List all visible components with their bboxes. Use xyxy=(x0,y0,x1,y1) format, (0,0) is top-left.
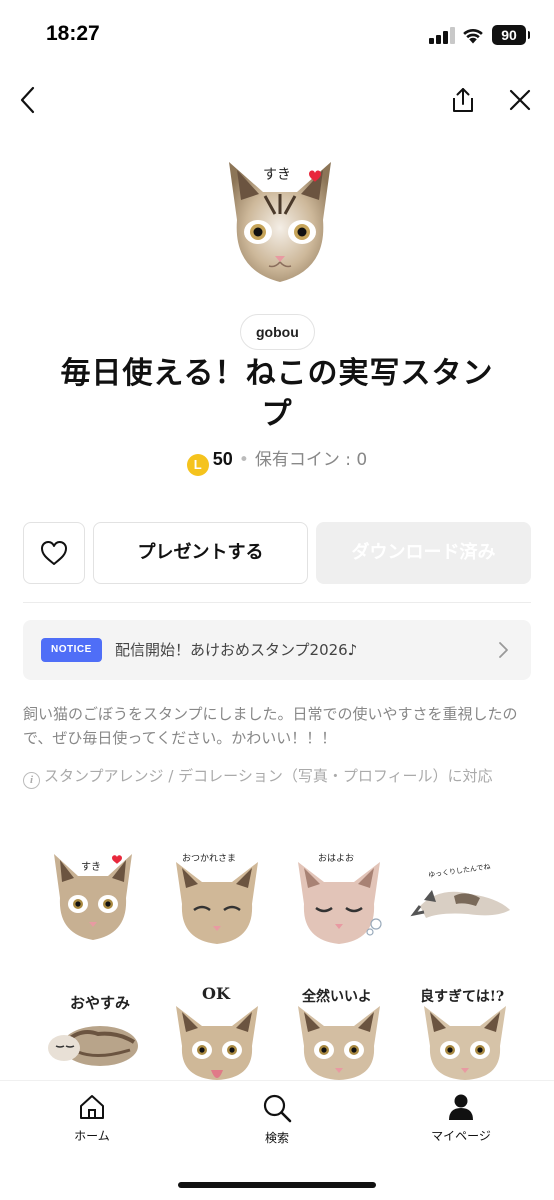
sticker-item[interactable]: OK xyxy=(162,980,272,1080)
sticker-grid: すき おつかれさま おはよお ゆっくりしたんでね おやすみ OK 全然いいよ 良… xyxy=(0,830,554,1080)
tab-mypage[interactable]: マイページ xyxy=(401,1093,521,1144)
sticker-item[interactable]: 全然いいよ xyxy=(284,980,394,1080)
owned-coins: 保有コイン : 0 xyxy=(254,450,368,470)
download-button: ダウンロード済み xyxy=(316,522,531,584)
heart-icon xyxy=(41,541,67,565)
feature-note-text: スタンプアレンジ / デコレーション（写真・プロフィール）に対応 xyxy=(44,767,493,785)
feature-note: i スタンプアレンジ / デコレーション（写真・プロフィール）に対応 xyxy=(23,765,533,789)
tab-home[interactable]: ホーム xyxy=(32,1093,152,1144)
tab-mypage-label: マイページ xyxy=(431,1129,491,1143)
sticker-item[interactable]: おはよお xyxy=(284,840,394,950)
battery-indicator: 90 xyxy=(492,25,530,45)
person-icon xyxy=(449,1094,473,1120)
tab-home-label: ホーム xyxy=(74,1129,110,1143)
chevron-left-icon xyxy=(20,86,35,114)
divider xyxy=(23,602,531,603)
chevron-right-icon xyxy=(499,642,508,658)
close-button[interactable] xyxy=(500,80,540,120)
sticker-caption: おつかれさま xyxy=(182,854,237,864)
back-button[interactable] xyxy=(8,80,48,120)
present-button[interactable]: プレゼントする xyxy=(93,522,308,584)
notice-text: 配信開始！あけおめスタンプ2026♪ xyxy=(115,641,358,659)
separator-dot: • xyxy=(238,450,249,470)
home-icon xyxy=(80,1095,104,1119)
close-icon xyxy=(509,89,531,111)
search-icon xyxy=(263,1094,292,1123)
sticker-caption: OK xyxy=(202,984,230,1003)
sticker-main-caption: すき xyxy=(263,167,291,183)
sticker-caption: おはよお xyxy=(318,854,355,864)
favorite-button[interactable] xyxy=(23,522,85,584)
status-time: 18:27 xyxy=(46,22,100,45)
tab-search[interactable]: 検索 xyxy=(217,1093,337,1146)
sticker-item[interactable]: おやすみ xyxy=(38,980,148,1080)
status-bar: 18:27 90 xyxy=(0,0,554,70)
home-indicator xyxy=(178,1182,376,1188)
sticker-caption: 全然いいよ xyxy=(302,989,372,1005)
sticker-caption: おやすみ xyxy=(70,994,131,1012)
notice-banner[interactable]: NOTICE 配信開始！あけおめスタンプ2026♪ xyxy=(23,620,531,680)
tab-search-label: 検索 xyxy=(264,1131,289,1145)
product-description: 飼い猫のごぼうをスタンプにしました。日常での使いやすさを重視したので、ぜひ毎日使… xyxy=(23,705,518,747)
creator-name[interactable]: gobou xyxy=(240,314,315,350)
page-title: 毎日使える！ねこの実写スタンプ xyxy=(60,356,494,432)
notice-badge: NOTICE xyxy=(41,638,102,662)
line-coin-icon: L xyxy=(186,454,209,476)
share-icon xyxy=(453,88,473,112)
sticker-main-image: すき xyxy=(215,150,345,290)
sticker-item[interactable]: ゆっくりしたんでね xyxy=(410,840,520,950)
cellular-signal-icon xyxy=(429,27,455,44)
sticker-item[interactable]: おつかれさま xyxy=(162,840,272,950)
share-button[interactable] xyxy=(443,80,483,120)
sticker-item[interactable]: すき xyxy=(38,840,148,950)
info-icon: i xyxy=(23,772,40,789)
price-value: 50 xyxy=(212,449,233,469)
wifi-icon xyxy=(463,28,483,44)
bottom-tab-bar: ホーム 検索 マイページ xyxy=(0,1080,554,1200)
sticker-caption: すき xyxy=(81,862,101,873)
price-row: L 50 • 保有コイン : 0 xyxy=(0,445,554,476)
sticker-caption: 良すぎては!? xyxy=(420,989,505,1005)
sticker-item[interactable]: 良すぎては!? xyxy=(410,980,520,1080)
